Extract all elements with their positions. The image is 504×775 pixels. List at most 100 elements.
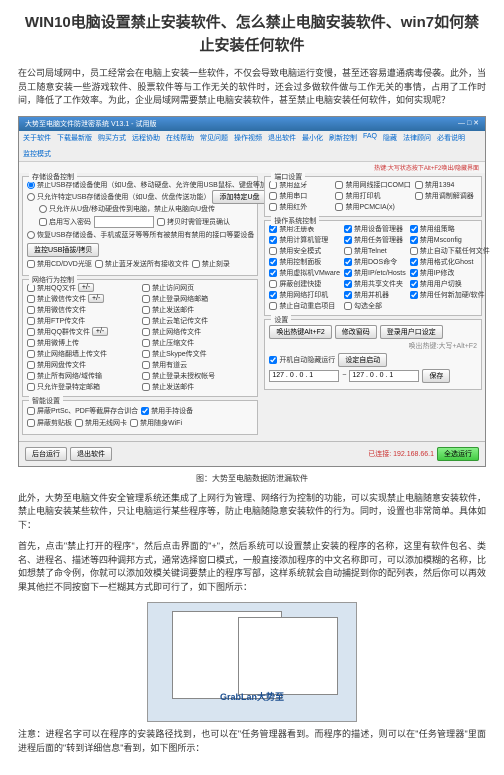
smart-group: 智能设置 屏蔽PrtSc、PDF等截屏存合训合 禁用手持设备 屏蔽剪贴板 禁用无… (22, 400, 258, 435)
run-bg-button[interactable]: 后台运行 (25, 447, 67, 461)
disable-bt-file[interactable]: 禁止蓝牙发送所有接收文件 (95, 259, 189, 269)
window-controls[interactable]: — □ ✕ (458, 119, 479, 129)
menu-item[interactable]: 监控模式 (23, 149, 51, 159)
chk-item[interactable]: 勾选全部 (344, 301, 406, 311)
ip-input-2[interactable] (349, 370, 419, 382)
menu-item[interactable]: 刷新控制 (329, 133, 357, 143)
chk-item[interactable]: 禁止发送邮件 (142, 305, 253, 315)
chk-item[interactable]: 禁止自动下载任何文件 (410, 246, 490, 256)
plus-minus-button[interactable]: +/- (88, 294, 104, 303)
chk-item[interactable]: 禁用PCMCIA(x) (335, 202, 410, 212)
disable-cd[interactable]: 禁用CD/DVD光驱 (27, 259, 92, 269)
chk-item[interactable]: 禁止访问网页 (142, 283, 253, 293)
chk-item[interactable]: 禁用计算机管理 (269, 235, 340, 245)
menu-item[interactable]: 最小化 (302, 133, 323, 143)
chk-clipboard[interactable]: 屏蔽剪贴板 (27, 418, 72, 428)
change-pwd-button[interactable]: 修改窗码 (335, 325, 377, 339)
chk-prtsc[interactable]: 屏蔽PrtSc、PDF等截屏存合训合 (27, 406, 138, 416)
chk-item[interactable]: 禁用有道云 (142, 360, 253, 370)
chk-item[interactable]: 屏蔽创建快捷 (269, 279, 340, 289)
chk-item[interactable]: 禁用组策略 (410, 224, 490, 234)
chk-item[interactable]: 禁用设备管理器 (344, 224, 406, 234)
intro-para: 在公司局域网中，员工经常会在电脑上安装一些软件，不仅会导致电脑运行变慢，甚至还容… (18, 67, 486, 108)
login-config-button[interactable]: 登录用户口设定 (380, 325, 443, 339)
enable-pwd[interactable]: 启用写入密码 (39, 217, 91, 227)
chk-autohide[interactable]: 开机自动隐藏运行 (269, 355, 335, 365)
chk-item[interactable]: 禁用微信传文件 (27, 305, 138, 315)
menu-item[interactable]: 退出软件 (268, 133, 296, 143)
chk-item[interactable]: 禁止自动重启项目 (269, 301, 340, 311)
chk-item[interactable]: 禁止压缩文件 (142, 338, 253, 348)
sub-copy-opt[interactable]: 只允许从U盘/移动硬盘传到电脑，禁止从电脑向U盘传 (39, 204, 253, 214)
pwd-input[interactable] (94, 216, 154, 228)
chk-item[interactable]: 禁用网盘传文件 (27, 360, 138, 370)
chk-item[interactable]: 禁止Skype传文件 (142, 349, 253, 359)
menu-item[interactable]: 购买方式 (98, 133, 126, 143)
restore-usb[interactable]: 恢复USB存储设备、手机或蓝牙等等所有被禁用有禁用的接口等要设备 (27, 230, 254, 240)
footer: 后台运行 退出软件 已连接: 192.168.66.1 全选运行 (19, 441, 485, 466)
ip-input-1[interactable] (269, 370, 339, 382)
menu-item[interactable]: 操作视频 (234, 133, 262, 143)
hotkey-button[interactable]: 唤出热键Alt+F2 (269, 325, 331, 339)
chk-item[interactable]: 禁用任何新加硬/软件 (410, 290, 490, 300)
chk-item[interactable]: 禁止网络传文件 (142, 327, 253, 337)
menu-item[interactable]: FAQ (363, 133, 377, 143)
chk-item[interactable]: 禁止微信传文件 +/- (27, 294, 138, 304)
chk-item[interactable]: 禁用Telnet (344, 246, 406, 256)
chk-item[interactable]: 禁用DOS命令 (344, 257, 406, 267)
radio-allow-usb[interactable]: 只允许特定USB存储设备使用（如U盘、优盘传送功能） 添加特定U盘 (27, 190, 253, 204)
chk-item[interactable]: 禁止所有网络/域传输 (27, 371, 138, 381)
chk-item[interactable]: 禁用格式化Ghost (410, 257, 490, 267)
os-group: 操作系统控制 禁用注册表 禁用设备管理器 禁用组策略 禁用计算机管理 禁用任务管… (264, 220, 482, 316)
chk-item[interactable]: 禁止登录网络邮箱 (142, 294, 253, 304)
menu-item[interactable]: 关于软件 (23, 133, 51, 143)
chk-item[interactable]: 禁止登录未授权帐号 (142, 371, 253, 381)
chk-item[interactable]: 禁止云笔记传文件 (142, 316, 253, 326)
chk-item[interactable]: 禁用1394 (415, 180, 477, 190)
save-button[interactable]: 保存 (422, 369, 450, 383)
para-3: 首先，点击"禁止打开的程序"，然后点击界面的"+"，然后系统可以设置禁止安装的程… (18, 540, 486, 594)
plus-minus-button[interactable]: +/- (92, 327, 108, 336)
chk-item[interactable]: 禁用控制面板 (269, 257, 340, 267)
chk-item[interactable]: 禁用安全模式 (269, 246, 340, 256)
chk-item[interactable]: 只允许登录特定邮箱 (27, 382, 138, 392)
chk-item[interactable]: 禁用微博上传 (27, 338, 138, 348)
chk-portable-wifi[interactable]: 禁用随身WiFi (130, 418, 182, 428)
menu-item[interactable]: 法律顾问 (403, 133, 431, 143)
menu-item[interactable]: 隐藏 (383, 133, 397, 143)
chk-item[interactable]: 禁用IP修改 (410, 268, 490, 278)
add-udisk-button[interactable]: 添加特定U盘 (212, 190, 266, 204)
chk-handheld[interactable]: 禁用手持设备 (141, 406, 193, 416)
chk-item[interactable]: 禁止发送邮件 (142, 382, 253, 392)
monitor-usb-button[interactable]: 监控USB插拔/拷贝 (27, 243, 99, 257)
hotkey-hint: 热键:大写状态按下Alt+F2唤出/隐藏界面 (19, 162, 485, 173)
chk-item[interactable]: 禁用虚拟机VMware (269, 268, 340, 278)
menu-item[interactable]: 必看说明 (437, 133, 465, 143)
boot-button[interactable]: 设定自启动 (338, 353, 387, 367)
menu-item[interactable]: 下载最新版 (57, 133, 92, 143)
run-all-button[interactable]: 全选运行 (437, 447, 479, 461)
chk-item[interactable]: 禁用共享文件夹 (344, 279, 406, 289)
chk-item[interactable]: 禁用打印机 (335, 191, 410, 201)
disable-burn[interactable]: 禁止刻录 (192, 259, 230, 269)
chk-item[interactable]: 禁用网络打印机 (269, 290, 340, 300)
chk-item[interactable]: 禁用QQ群传文件 +/- (27, 327, 138, 337)
chk-item[interactable]: 禁用IP/etc/Hosts (344, 268, 406, 278)
chk-item[interactable]: 禁用红外 (269, 202, 331, 212)
chk-item[interactable]: 禁用并机器 (344, 290, 406, 300)
chk-item[interactable]: 禁用用户切换 (410, 279, 490, 289)
admin-confirm[interactable]: 拷贝时需管理员确认 (157, 217, 230, 227)
menu-item[interactable]: 远程协助 (132, 133, 160, 143)
exit-button[interactable]: 退出软件 (70, 447, 112, 461)
chk-item[interactable]: 禁用串口 (269, 191, 331, 201)
chk-wifi-card[interactable]: 禁用无线网卡 (75, 418, 127, 428)
chk-item[interactable]: 禁用网线接口COM口 (335, 180, 410, 190)
menu-item[interactable]: 常见问题 (200, 133, 228, 143)
menu-item[interactable]: 在线帮助 (166, 133, 194, 143)
chk-item[interactable]: 禁止网络翻墙上传文件 (27, 349, 138, 359)
plus-minus-button[interactable]: +/- (78, 283, 94, 292)
chk-item[interactable]: 禁用调制解调器 (415, 191, 477, 201)
chk-item[interactable]: 禁用FTP传文件 (27, 316, 138, 326)
chk-item[interactable]: 禁用Msconfig (410, 235, 490, 245)
chk-item[interactable]: 禁用任务管理器 (344, 235, 406, 245)
